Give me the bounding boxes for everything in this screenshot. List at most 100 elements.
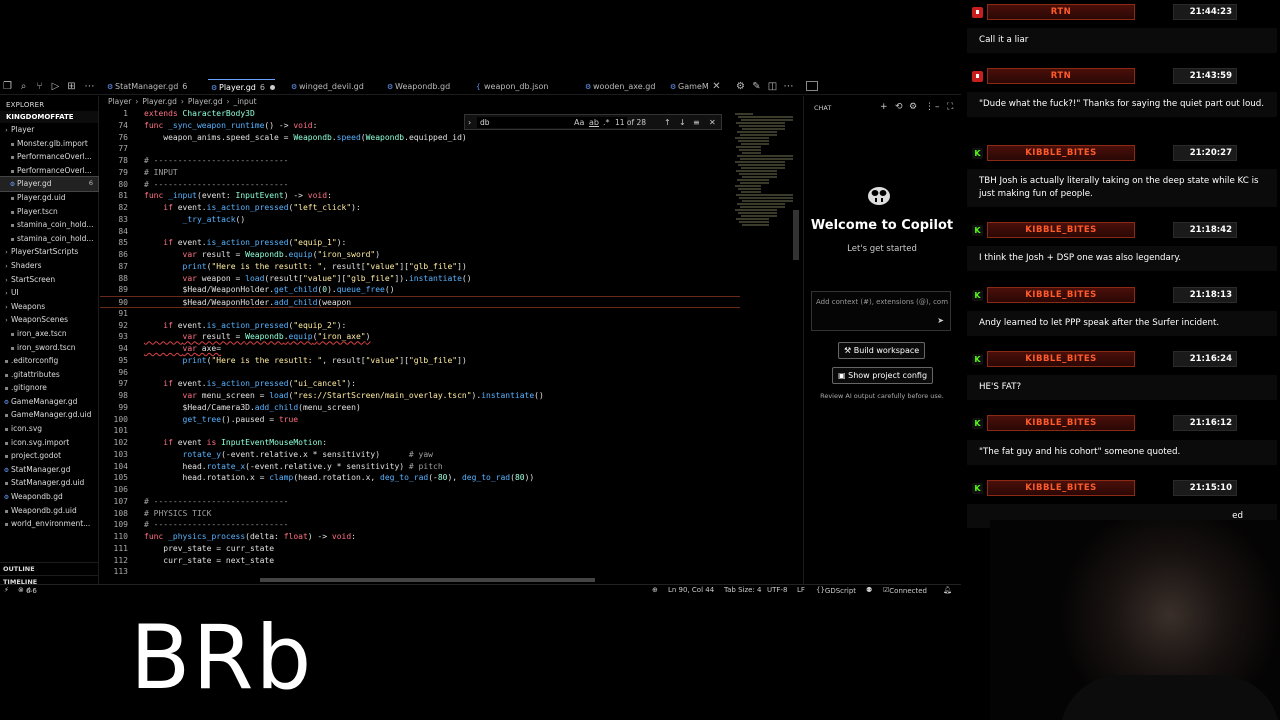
explorer-file[interactable]: ▪ PerformanceOverl... [0, 150, 98, 164]
explorer-file[interactable]: ▪ project.godot [0, 449, 98, 463]
code-line[interactable]: 94 var axe= [100, 343, 740, 355]
minimap[interactable] [735, 113, 793, 263]
code-line[interactable]: 84 [100, 226, 740, 238]
split-editor-icon[interactable]: ◫ [767, 81, 778, 92]
code-line[interactable]: 93 var result = Weapondb.equip("iron_axe… [100, 331, 740, 343]
connection-status[interactable]: ☑ Connected [883, 586, 927, 595]
send-icon[interactable]: ➤ [937, 316, 944, 325]
outline-section[interactable]: OUTLINE [0, 562, 99, 574]
explorer-file[interactable]: ▪ GameManager.gd.uid [0, 408, 98, 422]
explorer-folder[interactable]: › StartScreen [0, 273, 98, 287]
code-line[interactable]: 111 prev_state = curr_state [100, 543, 740, 555]
chevron-right-icon[interactable]: › [468, 117, 471, 128]
code-line[interactable]: 112 curr_state = next_state [100, 555, 740, 567]
minimize-icon[interactable]: – [935, 102, 940, 112]
gear-icon[interactable]: ⚙ [909, 102, 917, 112]
eol[interactable]: LF [797, 586, 805, 594]
editor-tab[interactable]: {weapon_db.json [473, 79, 548, 95]
extensions-icon[interactable]: ⊞ [66, 81, 77, 92]
code-line[interactable]: 92 if event.is_action_pressed("equip_2")… [100, 320, 740, 332]
explorer-file[interactable]: ▪ Weapondb.gd.uid [0, 504, 98, 518]
editor-tab[interactable]: ⚙ winged_devil.gd [288, 79, 364, 95]
code-line[interactable]: 78 # ---------------------------- [100, 155, 740, 167]
code-line[interactable]: 79 # INPUT [100, 167, 740, 179]
editor-tab[interactable]: ⚙ wooden_axe.gd [582, 79, 655, 95]
explorer-folder[interactable]: › Shaders [0, 259, 98, 273]
pin-icon[interactable]: ✎ [751, 81, 762, 92]
code-line[interactable]: 99 $Head/Camera3D.add_child(menu_screen) [100, 402, 740, 414]
problems-indicator[interactable]: ⊗ 6 ⚠ 6 [18, 586, 37, 595]
workspace-root[interactable]: KINGDOMOFFATE [0, 111, 98, 123]
copilot-status-icon[interactable]: ⚉ [866, 586, 872, 594]
breadcrumb-item[interactable]: Player.gd [142, 97, 177, 106]
code-line[interactable]: 77 [100, 143, 740, 155]
explorer-file[interactable]: ▪ icon.svg [0, 422, 98, 436]
unsaved-dot-icon[interactable] [269, 85, 275, 90]
explorer-folder[interactable]: › Player [0, 123, 98, 137]
explorer-file[interactable]: ▪ iron_sword.tscn [0, 341, 98, 355]
close-icon[interactable]: ✕ [709, 117, 716, 128]
code-line[interactable]: 80 # ---------------------------- [100, 179, 740, 191]
code-line[interactable]: 83 _try_attack() [100, 214, 740, 226]
code-line[interactable]: 85 if event.is_action_pressed("equip_1")… [100, 237, 740, 249]
explorer-file[interactable]: ▪ PerformanceOverl... [0, 164, 98, 178]
settings-icon[interactable]: ⚙ [735, 81, 746, 92]
explorer-file[interactable]: ⚙ Player.gd 6 [0, 176, 99, 192]
code-line[interactable]: 76 weapon_anims.speed_scale = Weapondb.s… [100, 132, 740, 144]
files-icon[interactable]: ❐ [2, 81, 13, 92]
tab-size[interactable]: Tab Size: 4 [724, 586, 761, 594]
explorer-folder[interactable]: › WeaponScenes [0, 313, 98, 327]
code-line[interactable]: 81 func _input(event: InputEvent) -> void… [100, 190, 740, 202]
editor-tab[interactable]: ⚙ Weapondb.gd [384, 79, 450, 95]
editor-tab[interactable]: ⚙ StatManager.gd 6 [104, 79, 187, 95]
breadcrumb-item[interactable]: Player [108, 97, 131, 106]
more-icon[interactable]: ⋮ [925, 102, 934, 112]
explorer-file[interactable]: ⚙ GameManager.gd [0, 395, 98, 409]
vertical-scrollbar[interactable] [793, 210, 799, 260]
arrow-down-icon[interactable]: ↓ [679, 117, 686, 128]
code-line[interactable]: 105 head.rotation.x = clamp(head.rotatio… [100, 472, 740, 484]
code-line[interactable]: 108 # PHYSICS TICK [100, 508, 740, 520]
chat-input[interactable]: Add context (#), extensions (@), com ➤ [811, 291, 951, 331]
breadcrumb-item[interactable]: Player.gd [188, 97, 223, 106]
code-line[interactable]: 103 rotate_y(-event.relative.x * sensiti… [100, 449, 740, 461]
chat-panel-icon[interactable] [806, 81, 818, 91]
match-case-icon[interactable]: Aa [574, 117, 584, 128]
breadcrumb-item[interactable]: _input [233, 97, 256, 106]
bell-icon[interactable]: 🔔︎ [943, 586, 952, 594]
build-workspace-button[interactable]: ⚒ Build workspace [838, 342, 926, 359]
explorer-file[interactable]: ▪ icon.svg.import [0, 436, 98, 450]
explorer-file[interactable]: ▪ Player.tscn [0, 205, 98, 219]
code-line[interactable]: 104 head.rotate_x(-event.relative.y * se… [100, 461, 740, 473]
explorer-folder[interactable]: › Weapons [0, 300, 98, 314]
remote-icon[interactable]: ⚡ [4, 586, 9, 594]
code-line[interactable]: 96 [100, 367, 740, 379]
code-line[interactable]: 113 [100, 566, 740, 578]
whole-word-icon[interactable]: ab [589, 117, 599, 128]
explorer-file[interactable]: ▪ StatManager.gd.uid [0, 476, 98, 490]
code-line[interactable]: 110 func _physics_process(delta: float) -… [100, 531, 740, 543]
horizontal-scrollbar[interactable] [260, 578, 595, 582]
explorer-file[interactable]: ▪ .gitattributes [0, 368, 98, 382]
explorer-file[interactable]: ▪ stamina_coin_hold... [0, 218, 98, 232]
code-line[interactable]: 109 # ---------------------------- [100, 519, 740, 531]
editor-tab[interactable]: ⚙ GameM [667, 79, 709, 95]
code-line[interactable]: 97 if event.is_action_pressed("ui_cancel… [100, 378, 740, 390]
find-in-selection-icon[interactable]: ≡ [693, 117, 700, 128]
debug-icon[interactable]: ▷ [50, 81, 61, 92]
explorer-file[interactable]: ▪ .editorconfig [0, 354, 98, 368]
cursor-position[interactable]: Ln 90, Col 44 [668, 586, 714, 594]
code-line[interactable]: 107 # ---------------------------- [100, 496, 740, 508]
code-line[interactable]: 82 if event.is_action_pressed("left_clic… [100, 202, 740, 214]
code-line[interactable]: 106 [100, 484, 740, 496]
code-line[interactable]: 102 if event is InputEventMouseMotion: [100, 437, 740, 449]
new-chat-icon[interactable]: + [880, 102, 888, 112]
code-line[interactable]: 87 print("Here is the resutlt: ", result… [100, 261, 740, 273]
code-line[interactable]: 86 var result = Weapondb.equip("iron_swo… [100, 249, 740, 261]
arrow-up-icon[interactable]: ↑ [664, 117, 671, 128]
code-line[interactable]: 98 var menu_screen = load("res://StartSc… [100, 390, 740, 402]
maximize-icon[interactable]: ⛶ [947, 102, 953, 112]
code-line[interactable]: 89 $Head/WeaponHolder.get_child(0).queue… [100, 284, 740, 296]
code-area[interactable]: Player › Player.gd › Player.gd › _input 1 exten… [100, 96, 800, 588]
editor-tab[interactable]: ⚙ Player.gd 6 [208, 79, 275, 95]
